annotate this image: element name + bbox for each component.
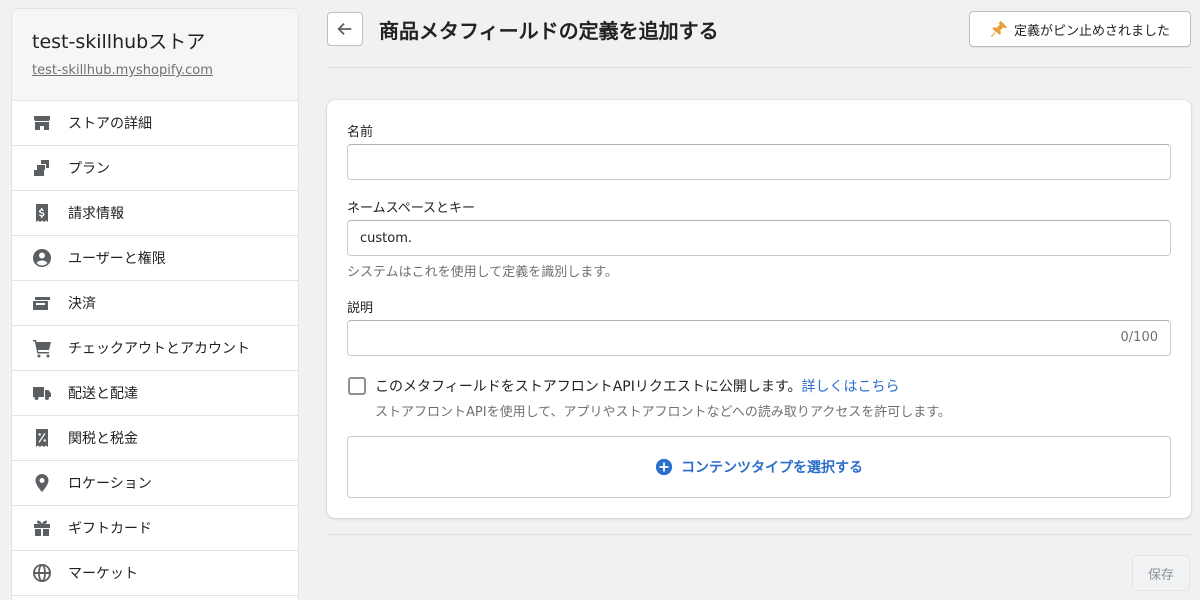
name-input[interactable] (347, 144, 1171, 180)
plus-circle-icon (655, 458, 673, 476)
save-button[interactable]: 保存 (1132, 555, 1190, 591)
store-icon (32, 113, 52, 133)
storefront-api-checkbox[interactable] (348, 377, 366, 395)
sidebar-item-plan[interactable]: プラン (12, 146, 298, 191)
sidebar-item-checkout[interactable]: チェックアウトとアカウント (12, 326, 298, 371)
sidebar-item-label: 請求情報 (68, 206, 124, 222)
arrow-left-icon (337, 22, 352, 36)
sidebar-item-markets[interactable]: マーケット (12, 551, 298, 596)
description-input[interactable]: 0/100 (347, 320, 1171, 356)
sidebar-item-label: チェックアウトとアカウント (68, 341, 250, 357)
sidebar-item-label: ギフトカード (68, 521, 152, 537)
name-label: 名前 (347, 125, 374, 140)
sidebar-item-label: ロケーション (68, 476, 152, 492)
pin-definition-button[interactable]: 定義がピン止めされました (969, 11, 1191, 47)
gift-icon (32, 518, 52, 538)
namespace-help-text: システムはこれを使用して定義を識別します。 (347, 265, 618, 280)
sidebar-item-label: プラン (68, 161, 110, 177)
footer-divider (327, 534, 1191, 535)
sidebar-item-label: マーケット (68, 566, 138, 582)
sidebar-item-label: 関税と税金 (68, 431, 138, 447)
storefront-api-label-text: このメタフィールドをストアフロントAPIリクエストに公開します。 (375, 379, 802, 395)
sidebar-item-store-details[interactable]: ストアの詳細 (12, 101, 298, 146)
sidebar-item-shipping[interactable]: 配送と配達 (12, 371, 298, 416)
sidebar-item-label: ユーザーと権限 (68, 251, 166, 267)
namespace-key-input[interactable]: custom. (347, 220, 1171, 256)
globe-icon (32, 563, 52, 583)
sidebar-item-users[interactable]: ユーザーと権限 (12, 236, 298, 281)
sidebar-item-taxes[interactable]: 関税と税金 (12, 416, 298, 461)
description-label: 説明 (347, 301, 374, 316)
namespace-label: ネームスペースとキー (347, 201, 476, 216)
cart-icon (32, 338, 52, 358)
location-icon (32, 473, 52, 493)
user-icon (32, 248, 52, 268)
settings-sidebar: test-skillhubストア test-skillhub.myshopify… (11, 8, 299, 600)
store-header: test-skillhubストア test-skillhub.myshopify… (12, 9, 298, 101)
description-char-counter: 0/100 (1120, 330, 1158, 345)
sidebar-item-billing[interactable]: 請求情報 (12, 191, 298, 236)
payment-icon (32, 293, 52, 313)
store-url-link[interactable]: test-skillhub.myshopify.com (32, 63, 213, 78)
storefront-api-label: このメタフィールドをストアフロントAPIリクエストに公開します。詳しくはこちら (375, 376, 899, 396)
select-content-type-label: コンテンツタイプを選択する (681, 460, 863, 476)
back-button[interactable] (327, 12, 363, 46)
truck-icon (32, 383, 52, 403)
header-divider (327, 67, 1191, 68)
store-name: test-skillhubストア (32, 31, 206, 53)
sidebar-item-locations[interactable]: ロケーション (12, 461, 298, 506)
page-title: 商品メタフィールドの定義を追加する (379, 19, 719, 43)
metafield-definition-card: 名前 ネームスペースとキー custom. システムはこれを使用して定義を識別し… (327, 100, 1191, 518)
select-content-type-button[interactable]: コンテンツタイプを選択する (347, 436, 1171, 498)
billing-icon (32, 203, 52, 223)
sidebar-item-label: 配送と配達 (68, 386, 138, 402)
storefront-api-help-text: ストアフロントAPIを使用して、アプリやストアフロントなどへの読み取りアクセスを… (375, 405, 951, 420)
sidebar-item-label: 決済 (68, 296, 96, 312)
sidebar-item-gift-cards[interactable]: ギフトカード (12, 506, 298, 551)
tax-icon (32, 428, 52, 448)
pin-button-label: 定義がピン止めされました (1013, 23, 1170, 39)
plan-icon (32, 158, 52, 178)
sidebar-item-payments[interactable]: 決済 (12, 281, 298, 326)
sidebar-item-label: ストアの詳細 (68, 116, 152, 132)
pin-icon (990, 20, 1008, 38)
learn-more-link[interactable]: 詳しくはこちら (801, 379, 899, 395)
